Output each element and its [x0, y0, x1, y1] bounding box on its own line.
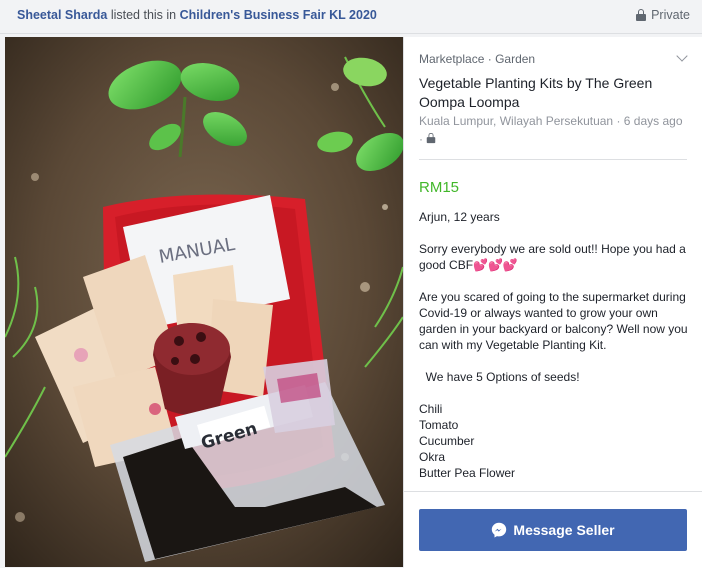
posted-time[interactable]: 6 days ago	[624, 114, 683, 128]
message-seller-label: Message Seller	[513, 522, 615, 538]
breadcrumb: Marketplace · Garden	[419, 52, 535, 66]
seed-list: Chili Tomato Cucumber Okra Butter Pea Fl…	[419, 401, 694, 481]
options-heading: We have 5 Options of seeds!	[419, 369, 694, 385]
breadcrumb-separator: ·	[487, 52, 492, 66]
seed-item: Okra	[419, 450, 446, 464]
seed-item: Chili	[419, 402, 443, 416]
privacy-indicator: Private	[636, 8, 690, 22]
listing-actions: Message Seller	[404, 491, 702, 568]
breadcrumb-garden[interactable]: Garden	[495, 52, 535, 66]
seed-item: Cucumber	[419, 434, 475, 448]
seller-line: Arjun, 12 years	[419, 210, 500, 224]
message-seller-button[interactable]: Message Seller	[419, 509, 687, 551]
location-separator: ·	[616, 114, 621, 128]
location-text[interactable]: Kuala Lumpur, Wilayah Persekutuan	[419, 114, 613, 128]
listing-price: RM15	[419, 179, 460, 196]
seed-item: Tomato	[419, 418, 459, 432]
pitch-paragraph: Are you scared of going to the supermark…	[419, 290, 688, 352]
divider	[419, 159, 687, 160]
chevron-down-icon[interactable]	[676, 50, 688, 62]
listed-text: listed this in	[110, 8, 177, 22]
privacy-label: Private	[651, 8, 690, 22]
post-attribution: Sheetal Sharda listed this in Children's…	[17, 8, 377, 22]
location-separator: ·	[419, 132, 423, 146]
listing-details-panel: Marketplace · Garden Vegetable Planting …	[403, 37, 702, 568]
group-name-link[interactable]: Children's Business Fair KL 2020	[180, 8, 377, 22]
product-photo-illustration: MANUAL Green	[5, 37, 403, 567]
listing-description: Arjun, 12 years Sorry everybody we are s…	[419, 209, 694, 481]
sold-out-text: Sorry everybody we are sold out!! Hope y…	[419, 242, 686, 272]
listing-photo[interactable]: MANUAL Green	[5, 37, 403, 567]
lock-icon	[427, 132, 436, 144]
hearts-emoji: 💕💕💕	[473, 258, 518, 272]
seller-name-link[interactable]: Sheetal Sharda	[17, 8, 107, 22]
seed-item: Butter Pea Flower	[419, 466, 516, 480]
listing-location: Kuala Lumpur, Wilayah Persekutuan · 6 da…	[419, 112, 691, 148]
lock-icon	[636, 9, 647, 21]
listing-title: Vegetable Planting Kits by The Green Oom…	[419, 75, 653, 110]
messenger-icon	[492, 522, 507, 538]
post-header: Sheetal Sharda listed this in Children's…	[0, 0, 702, 34]
options-heading-text: We have 5 Options of seeds!	[425, 370, 580, 384]
sold-out-paragraph: Sorry everybody we are sold out!! Hope y…	[419, 241, 694, 273]
breadcrumb-marketplace[interactable]: Marketplace	[419, 52, 484, 66]
